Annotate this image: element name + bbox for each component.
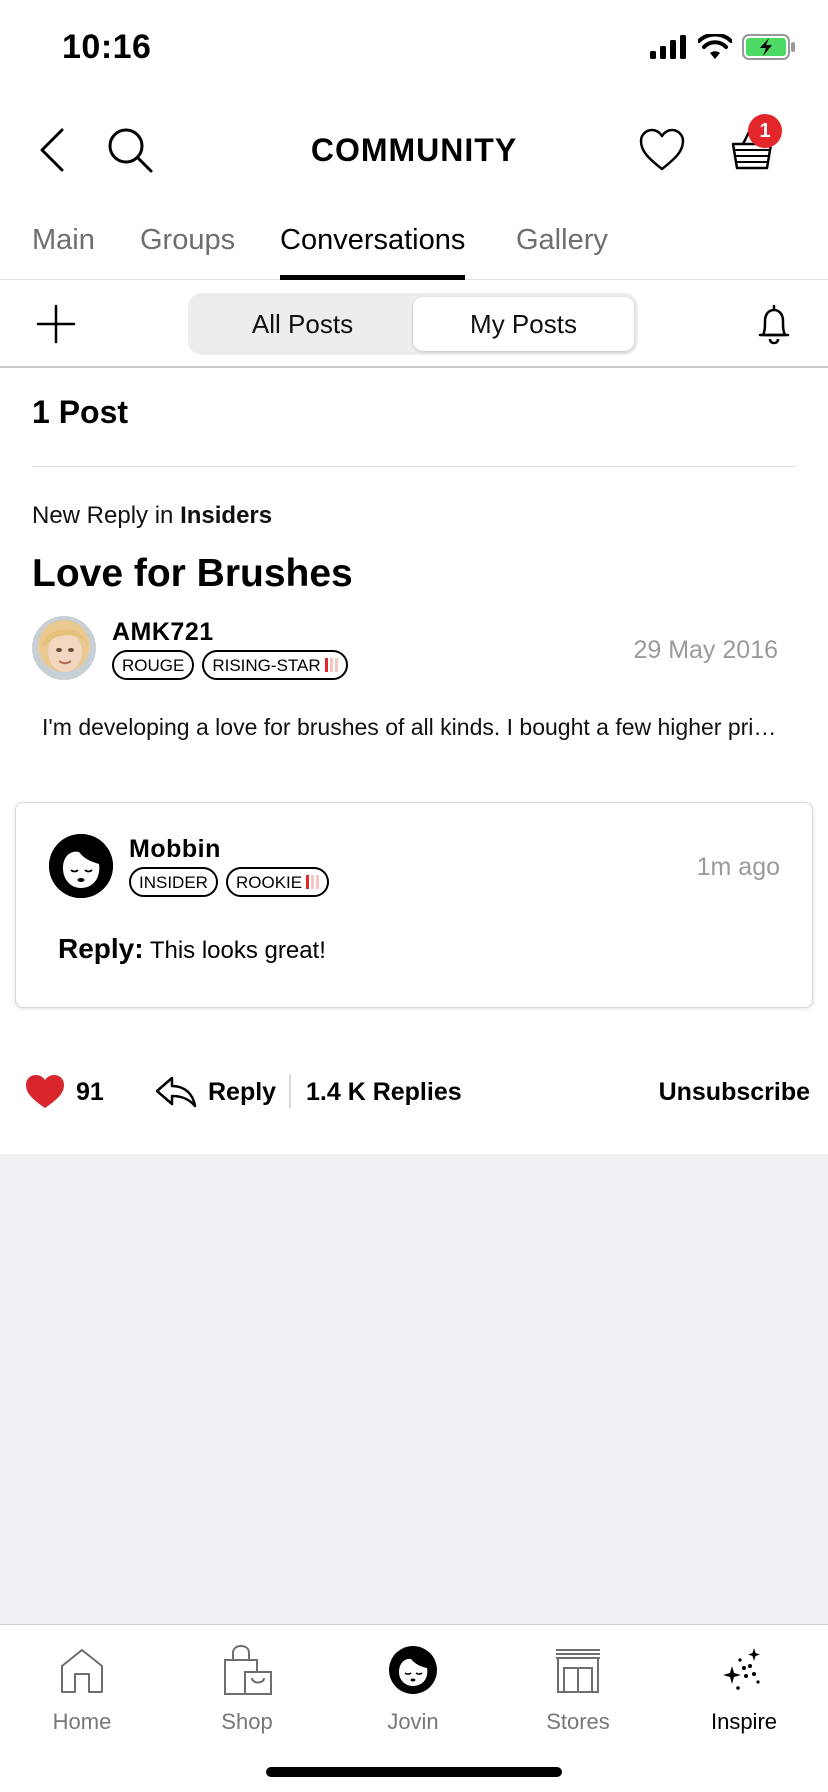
divider	[32, 466, 796, 467]
new-post-button[interactable]	[26, 294, 86, 354]
tab-conversations[interactable]: Conversations	[280, 208, 466, 280]
tab-groups[interactable]: Groups	[140, 208, 235, 280]
wifi-icon	[698, 34, 732, 59]
badge-rookie: ROOKIE	[225, 867, 330, 897]
actions-divider	[289, 1074, 291, 1108]
nav-shop[interactable]: Shop	[187, 1639, 307, 1749]
badge-label: INSIDER	[139, 872, 208, 892]
my-posts-segment[interactable]: My Posts	[413, 297, 634, 351]
rank-meter-icon	[324, 658, 338, 672]
plus-icon	[36, 304, 76, 344]
nav-stores[interactable]: Stores	[518, 1639, 638, 1749]
reply-button[interactable]: Reply	[154, 1060, 276, 1124]
conversations-toolbar: All Posts My Posts	[0, 280, 828, 368]
nav-jovin-label: Jovin	[387, 1709, 439, 1734]
face-avatar-icon	[49, 834, 113, 898]
bottom-tab-bar: Home Shop Jovin Stores Inspire	[0, 1624, 828, 1792]
badge-rising-star: RISING-STAR	[202, 650, 348, 680]
author-name[interactable]: AMK721	[112, 618, 214, 647]
post-title[interactable]: Love for Brushes	[32, 552, 353, 596]
reply-author-name[interactable]: Mobbin	[129, 835, 221, 864]
nav-inspire[interactable]: Inspire	[684, 1639, 804, 1749]
status-time: 10:16	[62, 28, 152, 66]
home-indicator[interactable]	[266, 1767, 562, 1777]
like-count: 91	[76, 1077, 104, 1106]
battery-charging-icon	[742, 34, 795, 60]
reply-card[interactable]: Mobbin INSIDER ROOKIE 1m ago Reply: This…	[15, 802, 813, 1008]
back-button[interactable]	[12, 100, 92, 200]
sparkles-icon	[723, 1648, 760, 1690]
badge-label: ROOKIE	[235, 872, 303, 892]
rank-meter-icon	[306, 875, 320, 889]
reply-body: Reply: This looks great!	[58, 933, 326, 965]
notifications-button[interactable]	[744, 294, 804, 354]
favorites-button[interactable]	[622, 100, 702, 200]
badge-rouge: ROUGE	[112, 650, 195, 680]
tab-gallery[interactable]: Gallery	[516, 208, 608, 280]
reply-time: 1m ago	[696, 853, 780, 881]
post-excerpt[interactable]: I'm developing a love for brushes of all…	[42, 714, 782, 741]
status-icons	[650, 34, 796, 60]
nav-home-label: Home	[52, 1709, 112, 1734]
shopping-bag-icon	[224, 1644, 272, 1695]
empty-content-area	[0, 1154, 828, 1624]
nav-jovin[interactable]: Jovin	[353, 1639, 473, 1749]
cart-count-badge: 1	[748, 114, 782, 148]
tab-main[interactable]: Main	[32, 208, 95, 280]
profile-avatar-icon	[389, 1646, 437, 1694]
replies-count-link[interactable]: 1.4 K Replies	[306, 1060, 462, 1124]
status-bar: 10:16	[0, 0, 828, 100]
nav-inspire-label: Inspire	[710, 1709, 778, 1734]
post-author-row: AMK721 ROUGE RISING-STAR 29 May 2016	[32, 616, 796, 682]
heart-filled-icon	[26, 1075, 64, 1108]
all-posts-segment[interactable]: All Posts	[192, 297, 413, 351]
badge-insider: INSIDER	[129, 867, 218, 897]
bell-icon	[758, 304, 790, 345]
reply-label: Reply:	[58, 933, 144, 964]
header: COMMUNITY 1	[0, 100, 828, 200]
author-photo	[32, 616, 96, 680]
post-context: New Reply in Insiders	[32, 502, 272, 530]
reply-arrow-icon	[155, 1076, 197, 1108]
author-badges: ROUGE RISING-STAR	[112, 650, 348, 680]
chevron-left-icon	[40, 128, 64, 172]
home-icon	[61, 1649, 103, 1693]
search-icon	[108, 128, 153, 173]
search-button[interactable]	[90, 100, 170, 200]
basket-button[interactable]: 1	[712, 100, 792, 200]
reply-author-badges: INSIDER ROOKIE	[129, 867, 330, 897]
post-date: 29 May 2016	[633, 636, 778, 664]
badge-label: ROUGE	[122, 655, 185, 675]
reply-button-label: Reply	[208, 1077, 277, 1106]
signal-icon	[650, 35, 686, 59]
nav-shop-label: Shop	[221, 1709, 273, 1734]
badge-label: RISING-STAR	[212, 655, 321, 675]
reply-text: This looks great!	[149, 937, 326, 964]
store-icon	[556, 1649, 600, 1693]
post-count: 1 Post	[32, 394, 129, 430]
heart-outline-icon	[639, 128, 685, 171]
nav-home[interactable]: Home	[22, 1639, 142, 1749]
like-button[interactable]: 91	[24, 1060, 104, 1124]
nav-stores-label: Stores	[546, 1709, 610, 1734]
reply-author-avatar[interactable]	[49, 834, 113, 898]
post-actions: 91 Reply 1.4 K Replies Unsubscribe	[0, 1060, 828, 1124]
unsubscribe-button[interactable]: Unsubscribe	[659, 1060, 810, 1124]
post-context-prefix: New Reply in	[32, 502, 174, 529]
posts-filter-segmented-control: All Posts My Posts	[188, 293, 638, 355]
post-group-link[interactable]: Insiders	[180, 502, 272, 529]
author-avatar[interactable]	[32, 616, 96, 680]
community-tabs: Main Groups Conversations Gallery	[0, 208, 828, 280]
